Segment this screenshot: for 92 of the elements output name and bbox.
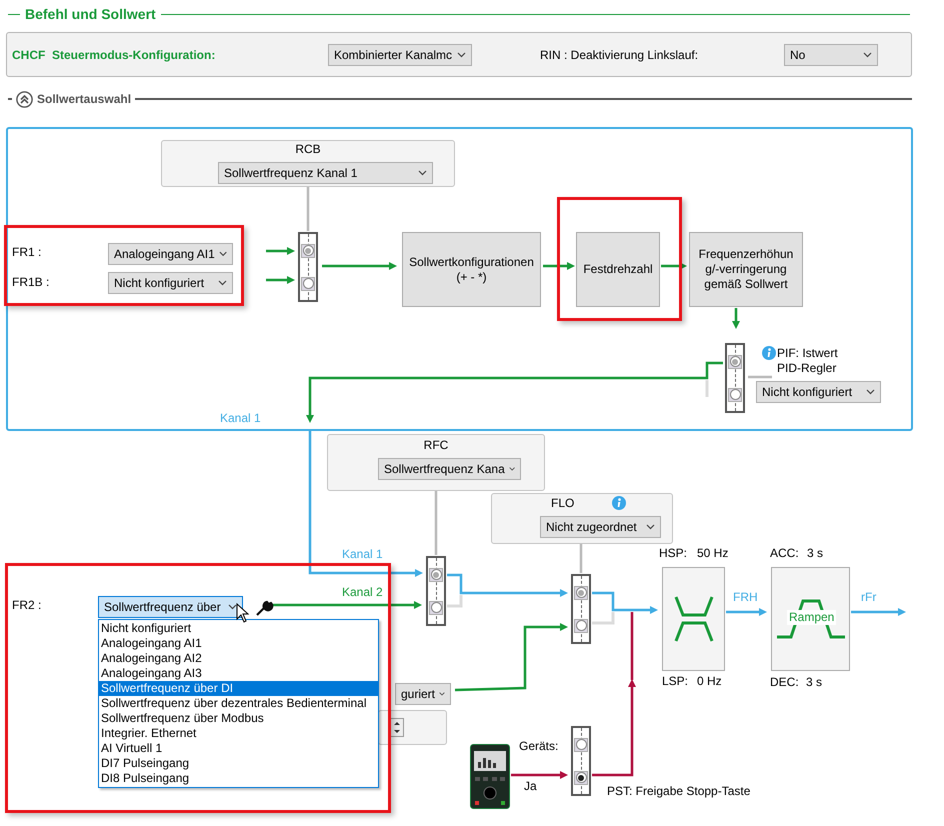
signal-label: FRH <box>733 590 758 605</box>
connector-line <box>706 380 708 397</box>
connector-line <box>447 595 462 608</box>
input-label: FR2 : <box>12 598 42 613</box>
chevron-down-icon <box>228 604 237 610</box>
collapse-icon[interactable] <box>16 90 33 108</box>
dropdown-option[interactable]: Sollwertfrequenz über DI <box>99 681 378 696</box>
dropdown-select[interactable]: Sollwertfrequenz Kana <box>378 458 521 480</box>
function-block: Sollwertkonfigurationen (+ - *) <box>402 232 541 307</box>
dropdown-option[interactable]: Analogeingang AI1 <box>99 636 378 651</box>
signal-label: rFr <box>861 590 876 605</box>
flow-arrow <box>543 262 575 270</box>
dropdown-select[interactable]: guriert <box>395 683 451 705</box>
ramp-value: 3 s <box>807 546 824 561</box>
dropdown-option[interactable]: DI7 Pulseingang <box>99 756 378 771</box>
dropdown-option[interactable]: Analogeingang AI2 <box>99 651 378 666</box>
ramp-value: 3 s <box>806 675 822 690</box>
parameter-label: RIN : Deaktivierung Linkslauf: <box>540 48 700 62</box>
channel-label: Kanal 1 <box>220 411 261 426</box>
wire-label: Kanal 2 <box>342 585 383 600</box>
switch-position[interactable] <box>728 388 742 402</box>
panel-title: RCB <box>294 142 322 157</box>
ramp-label: DEC: <box>770 675 799 690</box>
switch-position[interactable] <box>301 276 315 290</box>
wire-label: Kanal 1 <box>342 547 383 562</box>
flow-arrow <box>732 308 740 329</box>
section-title: Befehl und Sollwert <box>25 6 156 22</box>
parameter-code: CHCF <box>12 48 46 62</box>
limit-value: 0 Hz <box>697 674 722 689</box>
chevron-down-icon <box>866 389 875 395</box>
function-block: Festdrehzahl <box>576 232 660 307</box>
switch-position[interactable] <box>574 586 588 600</box>
ramp-title: Rampen <box>787 610 836 625</box>
chevron-down-icon <box>457 52 466 58</box>
keypad-icon <box>470 744 510 809</box>
subsection-title: Sollwertauswahl <box>37 92 132 106</box>
info-icon[interactable] <box>612 496 626 510</box>
connector-line <box>580 544 582 573</box>
panel-title: RFC <box>422 438 450 453</box>
switch-position[interactable] <box>574 738 588 752</box>
dropdown-select[interactable]: Sollwertfrequenz über <box>98 596 243 618</box>
switch-position[interactable] <box>728 354 742 368</box>
dropdown-option[interactable]: Nicht konfiguriert <box>99 621 378 636</box>
limit-label: HSP: <box>659 546 688 561</box>
dropdown-select[interactable]: No <box>784 44 878 66</box>
connector-line <box>748 376 772 378</box>
limit-label: LSP: <box>662 674 688 689</box>
ramp-label: ACC: <box>770 546 799 561</box>
chevron-down-icon <box>508 466 515 472</box>
pif-label: PIF: Istwert PID-Regler <box>777 346 838 376</box>
info-icon[interactable] <box>762 346 776 360</box>
dropdown-option[interactable]: AI Virtuell 1 <box>99 741 378 756</box>
dropdown-option[interactable]: Sollwertfrequenz über dezentrales Bedienterminal <box>99 696 378 711</box>
speed-limit-icon <box>672 595 714 643</box>
panel-title: FLO <box>551 496 574 511</box>
switch-position[interactable] <box>429 600 443 614</box>
flow-arrow <box>661 262 687 270</box>
option-label: Ja <box>524 779 537 794</box>
switch-position[interactable] <box>574 618 588 632</box>
dropdown-select[interactable]: Kombinierter Kanalmc <box>328 44 472 66</box>
chevron-down-icon <box>418 170 427 176</box>
chevron-down-icon <box>218 280 227 286</box>
device-label: Geräts: <box>519 739 558 754</box>
dropdown-option[interactable]: Sollwertfrequenz über Modbus <box>99 711 378 726</box>
connector-line <box>592 612 614 624</box>
switch-caption: PST: Freigabe Stopp-Taste <box>607 784 750 799</box>
input-label: FR1B : <box>12 275 50 290</box>
dropdown-option[interactable]: Analogeingang AI3 <box>99 666 378 681</box>
chevron-down-icon <box>218 251 227 257</box>
dropdown-select[interactable]: Nicht konfiguriert <box>756 381 881 403</box>
switch-position[interactable] <box>429 568 443 582</box>
dropdown-select[interactable]: Analogeingang AI1 <box>108 243 233 265</box>
dropdown-select[interactable]: Nicht zugeordnet <box>540 516 661 538</box>
chevron-down-icon <box>439 691 445 697</box>
spinner-icon[interactable] <box>390 718 404 737</box>
dropdown-option[interactable]: Integrier. Ethernet <box>99 726 378 741</box>
dropdown-select[interactable]: Nicht konfiguriert <box>108 272 233 294</box>
flow-arrow <box>726 608 767 616</box>
function-block: Frequenzerhöhun g/-verringerung gemäß Sollwert <box>689 232 803 307</box>
chevron-down-icon <box>863 52 872 58</box>
flow-arrow <box>851 608 906 616</box>
switch-position[interactable] <box>574 770 588 784</box>
limit-value: 50 Hz <box>697 546 728 561</box>
chevron-down-icon <box>646 524 655 530</box>
flow-arrow <box>266 247 295 255</box>
dropdown-option[interactable]: DI8 Pulseingang <box>99 771 378 786</box>
switch-position[interactable] <box>301 244 315 258</box>
parameter-label: Steuermodus-Konfiguration: <box>52 48 216 62</box>
flow-arrow <box>266 276 295 284</box>
input-label: FR1 : <box>12 245 42 260</box>
flow-arrow <box>511 771 568 779</box>
dropdown-select[interactable]: Sollwertfrequenz Kanal 1 <box>218 162 433 184</box>
